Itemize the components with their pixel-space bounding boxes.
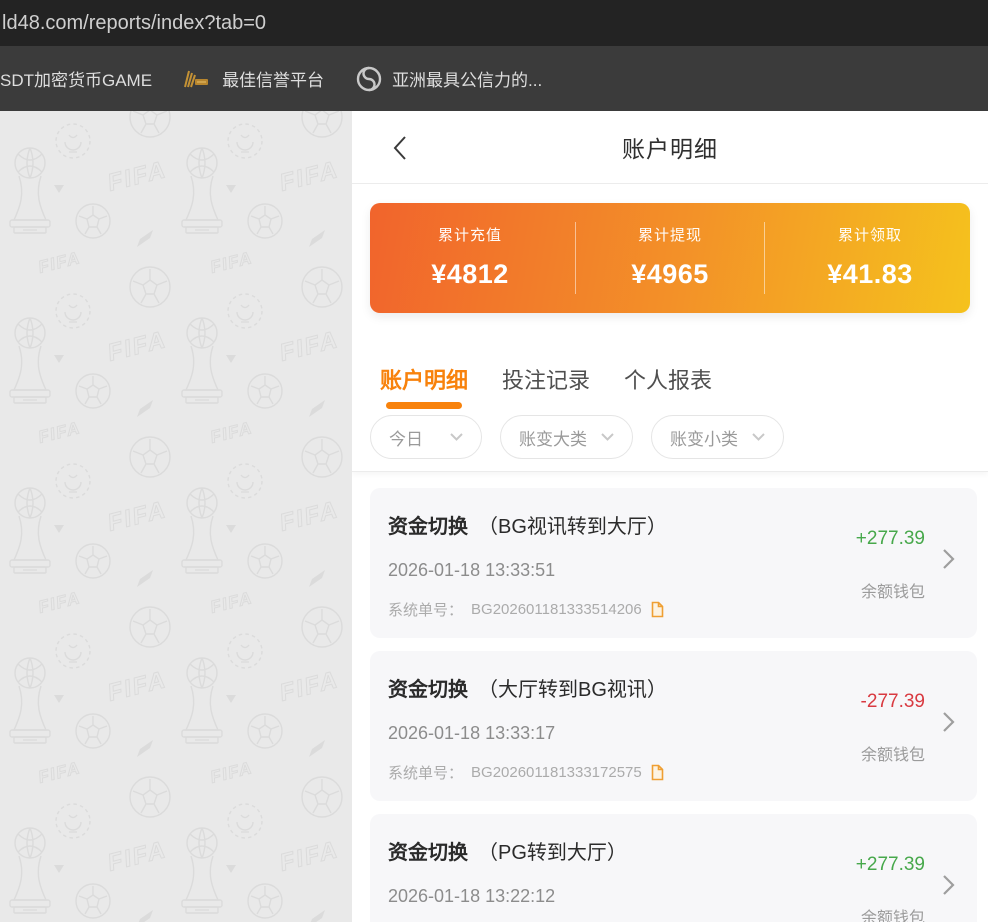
filters-row: 今日 账变大类 账变小类: [352, 409, 988, 472]
tab-label: 个人报表: [624, 368, 712, 393]
summary-divider: [764, 222, 765, 294]
summary-value: ¥41.83: [827, 259, 913, 290]
summary-divider: [575, 222, 576, 294]
summary-total-withdraw: 累计提现 ¥4965: [570, 203, 770, 313]
transaction-amount: -277.39: [861, 691, 925, 713]
transaction-order-row: 系统单号： BG202601181333172575: [388, 762, 807, 783]
chevron-down-icon: [752, 433, 765, 441]
transaction-order-row: 系统单号： BG202601181333514206: [388, 599, 807, 620]
chevron-down-icon: [601, 433, 614, 441]
bookmark-label: 最佳信誉平台: [222, 66, 324, 91]
chevron-down-icon: [450, 433, 463, 441]
transaction-subtitle: （PG转到大厅）: [478, 842, 627, 864]
transaction-subtitle: （大厅转到BG视讯）: [478, 679, 667, 701]
page-content: FIFA FIFA: [0, 111, 988, 922]
page-header: 账户明细: [352, 111, 988, 184]
transaction-wallet: 余额钱包: [861, 578, 925, 602]
bookmark-best-reputation[interactable]: 最佳信誉平台: [182, 66, 324, 91]
tab-personal-report[interactable]: 个人报表: [624, 345, 712, 409]
active-tab-underline: [386, 402, 462, 409]
transaction-item[interactable]: 资金切换（PG转到大厅） 2026-01-18 13:22:12 系统单号：PG…: [370, 814, 977, 922]
summary-total-claimed: 累计领取 ¥41.83: [770, 203, 970, 313]
transaction-datetime: 2026-01-18 13:33:17: [388, 723, 807, 744]
bookmark-asia-credibility[interactable]: 亚洲最具公信力的...: [356, 66, 542, 92]
chevron-right-icon[interactable]: [942, 711, 955, 733]
globe-icon: [356, 66, 382, 92]
bookmarks-bar: SDT加密货币GAME 最佳信誉平台 亚洲最具公信力的...: [0, 46, 988, 111]
transaction-item[interactable]: 资金切换 （大厅转到BG视讯） 2026-01-18 13:33:17 系统单号：…: [370, 651, 977, 801]
chevron-left-icon: [392, 135, 408, 161]
summary-label: 累计充值: [438, 224, 502, 245]
gold-logo-icon: [182, 68, 212, 90]
filter-category-major-dropdown[interactable]: 账变大类: [500, 415, 633, 459]
transaction-amount: +277.39: [856, 854, 925, 876]
account-detail-panel: 账户明细 累计充值 ¥4812 累计提现 ¥4965 累计领取 ¥41.83: [352, 111, 988, 922]
order-number: BG202601181333514206: [471, 601, 642, 618]
filter-date-dropdown[interactable]: 今日: [370, 415, 482, 459]
url-text[interactable]: ld48.com/reports/index?tab=0: [0, 12, 266, 35]
filter-label: 今日: [389, 425, 423, 450]
summary-value: ¥4965: [631, 259, 709, 290]
transaction-title-row: 资金切换 （BG视讯转到大厅）: [388, 510, 807, 539]
transaction-wallet: 余额钱包: [861, 741, 925, 765]
summary-label: 累计领取: [838, 224, 902, 245]
back-button[interactable]: [388, 135, 412, 161]
transaction-datetime: 2026-01-18 13:33:51: [388, 560, 807, 581]
page-title: 账户明细: [622, 130, 718, 164]
transaction-list: 资金切换 （BG视讯转到大厅） 2026-01-18 13:33:51 系统单号：…: [352, 472, 988, 922]
summary-section: 累计充值 ¥4812 累计提现 ¥4965 累计领取 ¥41.83: [352, 184, 988, 313]
fifa-watermark-background: FIFA FIFA: [0, 111, 352, 922]
order-label: 系统单号：: [388, 762, 463, 783]
bookmark-label: SDT加密货币GAME: [0, 66, 152, 91]
transaction-datetime: 2026-01-18 13:22:12: [388, 886, 807, 907]
tab-account-detail[interactable]: 账户明细: [380, 345, 468, 409]
transaction-type: 资金切换: [388, 679, 468, 701]
chevron-right-icon[interactable]: [942, 874, 955, 896]
transaction-amount: +277.39: [856, 528, 925, 550]
transaction-item[interactable]: 资金切换 （BG视讯转到大厅） 2026-01-18 13:33:51 系统单号：…: [370, 488, 977, 638]
tab-label: 投注记录: [502, 368, 590, 393]
filter-label: 账变小类: [670, 425, 738, 450]
summary-value: ¥4812: [431, 259, 509, 290]
browser-address-bar[interactable]: ld48.com/reports/index?tab=0: [0, 0, 988, 46]
summary-card: 累计充值 ¥4812 累计提现 ¥4965 累计领取 ¥41.83: [370, 203, 970, 313]
chevron-right-icon[interactable]: [942, 548, 955, 570]
transaction-title-row: 资金切换 （大厅转到BG视讯）: [388, 673, 807, 702]
transaction-subtitle: （BG视讯转到大厅）: [478, 516, 667, 538]
bookmark-label: 亚洲最具公信力的...: [392, 66, 542, 91]
tabs-row: 账户明细 投注记录 个人报表: [352, 345, 988, 409]
transaction-title-row: 资金切换 （PG转到大厅）: [388, 836, 807, 865]
order-label: 系统单号：: [388, 599, 463, 620]
fifa-watermark-pattern: FIFA FIFA: [0, 111, 352, 922]
tab-bet-records[interactable]: 投注记录: [502, 345, 590, 409]
filter-label: 账变大类: [519, 425, 587, 450]
transaction-type: 资金切换: [388, 516, 468, 538]
bookmark-sdt-game[interactable]: SDT加密货币GAME: [0, 66, 152, 91]
transaction-type: 资金切换: [388, 842, 468, 864]
filter-category-minor-dropdown[interactable]: 账变小类: [651, 415, 784, 459]
order-number: BG202601181333172575: [471, 764, 642, 781]
tab-label: 账户明细: [380, 368, 468, 393]
copy-icon[interactable]: [650, 764, 664, 781]
transaction-wallet: 余额钱包: [861, 904, 925, 922]
summary-total-deposit: 累计充值 ¥4812: [370, 203, 570, 313]
copy-icon[interactable]: [650, 601, 664, 618]
summary-label: 累计提现: [638, 224, 702, 245]
